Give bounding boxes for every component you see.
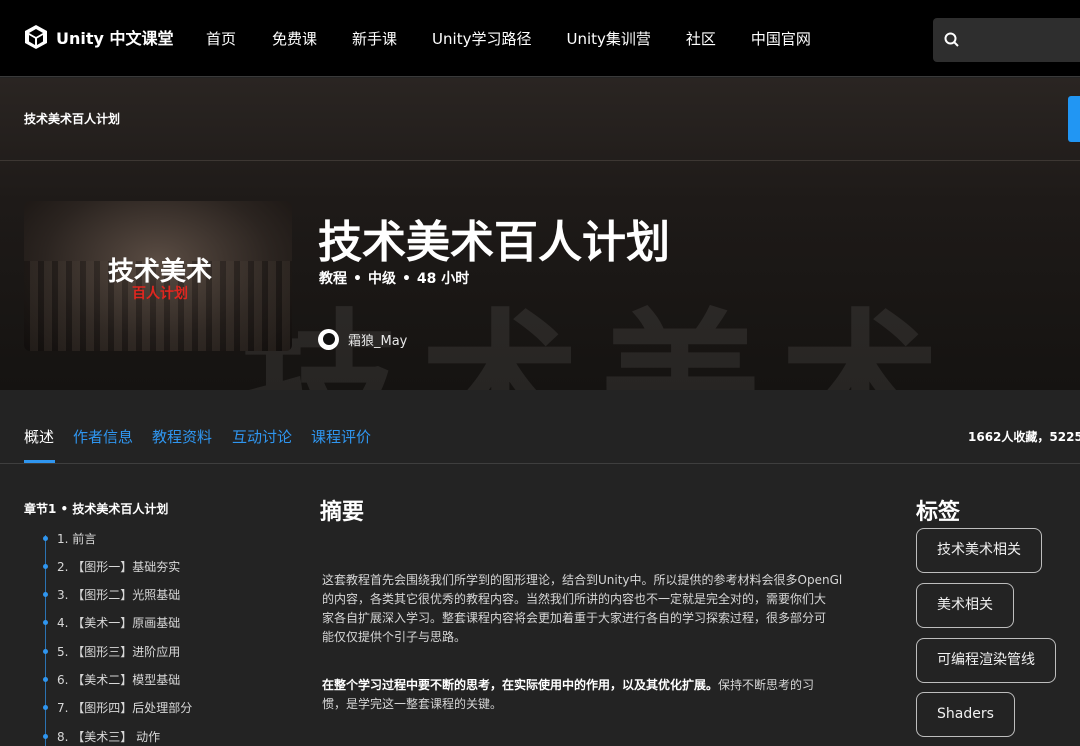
tab-overview[interactable]: 概述 — [24, 426, 54, 447]
logo-text: Unity 中文课堂 — [56, 29, 174, 48]
course-meta: 教程 • 中级 • 48 小时 — [319, 271, 470, 287]
tags-title: 标签 — [916, 500, 961, 525]
course-hero: 技术美术 技术美术百人计划 技术美术 百人计划 技术美术百人计划 教程 • 中级 • 4… — [0, 78, 1080, 390]
tag-shaders[interactable]: Shaders — [916, 692, 1015, 737]
nav-community[interactable]: 社区 — [686, 28, 716, 49]
nav-learning-path[interactable]: Unity学习路径 — [432, 28, 531, 49]
tab-discussion[interactable]: 互动讨论 — [232, 426, 292, 447]
lesson-item[interactable]: 6. 【美术二】模型基础 — [43, 671, 180, 688]
unity-logo[interactable]: Unity 中文课堂 — [24, 24, 174, 50]
enroll-button-edge[interactable] — [1068, 96, 1080, 142]
tab-reviews[interactable]: 课程评价 — [311, 426, 371, 447]
tab-materials[interactable]: 教程资料 — [152, 426, 212, 447]
course-duration: 48 小时 — [416, 271, 470, 287]
lesson-item[interactable]: 5. 【图形三】进阶应用 — [43, 643, 180, 660]
search-icon — [944, 32, 959, 47]
course-title: 技术美术百人计划 — [318, 217, 670, 268]
lesson-item[interactable]: 7. 【图形四】后处理部分 — [43, 699, 192, 716]
summary-line: 的内容，各类其它很优秀的教程内容。当然我们所讲的内容也不一定就是完全对的，需要你… — [322, 592, 827, 606]
unity-cube-icon — [25, 25, 47, 49]
lesson-item[interactable]: 1. 前言 — [43, 530, 96, 547]
main-nav: 首页 免费课 新手课 Unity学习路径 Unity集训营 社区 中国官网 — [206, 28, 846, 49]
author-name: 霜狼_May — [348, 334, 408, 349]
course-level: 中级 — [367, 271, 396, 287]
lesson-item[interactable]: 8. 【美术三】 动作 — [43, 728, 160, 745]
summary-paragraph-2: 在整个学习过程中要不断的思考，在实际使用中的作用，以及其优化扩展。保持不断思考的… — [322, 676, 888, 714]
tab-author-info[interactable]: 作者信息 — [73, 426, 133, 447]
nav-home[interactable]: 首页 — [206, 28, 236, 49]
tag-art[interactable]: 美术相关 — [916, 583, 1014, 628]
chapter-heading[interactable]: 章节1 • 技术美术百人计划 — [24, 500, 294, 517]
author-link[interactable]: 霜狼_May — [318, 329, 407, 350]
hero-divider — [0, 160, 1080, 161]
summary-title: 摘要 — [320, 500, 365, 525]
summary-emphasis: 在整个学习过程中要不断的思考，在实际使用中的作用，以及其优化扩展。 — [322, 678, 719, 692]
nav-china-site[interactable]: 中国官网 — [751, 28, 811, 49]
summary-paragraph-1: 这套教程首先会围绕我们所学到的图形理论，结合到Unity中。所以提供的参考材料会… — [322, 571, 888, 647]
breadcrumb[interactable]: 技术美术百人计划 — [24, 110, 120, 127]
summary-line: 家各自扩展深入学习。整套课程内容将会更加着重于大家进行各自的学习探索过程，很多部… — [322, 611, 827, 625]
chapter-list: 章节1 • 技术美术百人计划 1. 前言 2. 【图形一】基础夯实 3. 【图形… — [24, 500, 294, 746]
lesson-item[interactable]: 3. 【图形二】光照基础 — [43, 586, 180, 603]
summary-line: 这套教程首先会围绕我们所学到的图形理论，结合到Unity中。所以提供的参考材料会… — [322, 573, 843, 587]
top-navbar: Unity 中文课堂 首页 免费课 新手课 Unity学习路径 Unity集训营… — [0, 0, 1080, 77]
favorite-stats: 1662人收藏，5225 — [968, 430, 1080, 444]
thumbnail-subtitle: 百人计划 — [132, 286, 188, 302]
summary-text: 保持不断思考的习 — [718, 678, 815, 692]
author-avatar — [318, 329, 339, 350]
search-box[interactable] — [933, 18, 1080, 62]
nav-free-courses[interactable]: 免费课 — [272, 28, 317, 49]
lesson-item[interactable]: 4. 【美术一】原画基础 — [43, 614, 180, 631]
summary-line: 惯，是学完这一整套课程的关键。 — [322, 697, 503, 711]
tag-tech-art[interactable]: 技术美术相关 — [916, 528, 1042, 573]
course-type: 教程 — [319, 271, 347, 287]
nav-beginner-courses[interactable]: 新手课 — [352, 28, 397, 49]
tag-srp[interactable]: 可编程渲染管线 — [916, 638, 1056, 683]
search-input[interactable] — [969, 26, 1079, 54]
course-tabs: 概述 作者信息 教程资料 互动讨论 课程评价 1662人收藏，5225 — [0, 390, 1080, 464]
lesson-item[interactable]: 2. 【图形一】基础夯实 — [43, 558, 180, 575]
active-tab-indicator — [24, 460, 55, 463]
course-thumbnail: 技术美术 百人计划 — [24, 201, 292, 351]
summary-line: 能仅仅提供个引子与思路。 — [322, 630, 467, 644]
nav-training-camp[interactable]: Unity集训营 — [566, 28, 650, 49]
